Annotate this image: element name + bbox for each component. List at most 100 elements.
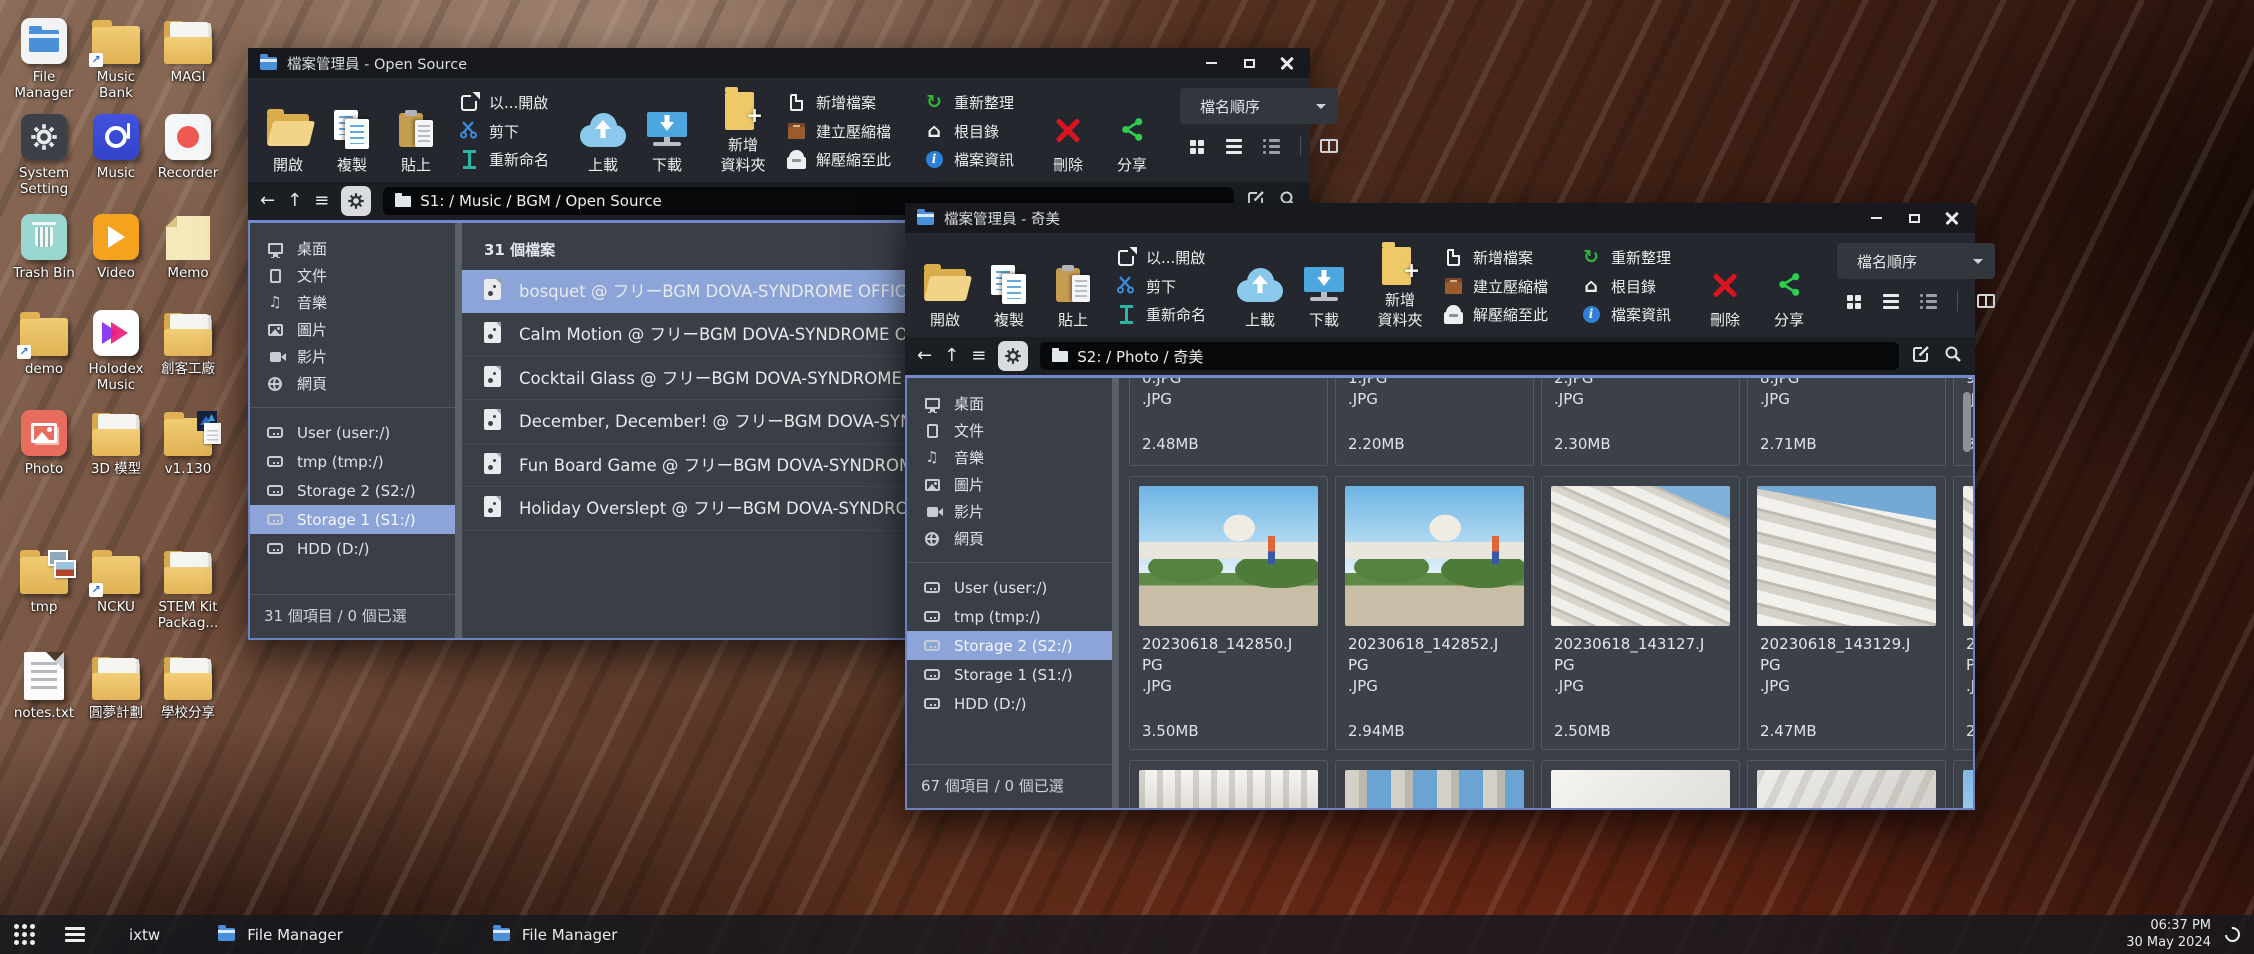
desktop-icon-4[interactable]: Music xyxy=(80,110,152,182)
path-field[interactable]: S2: / Photo / 奇美 xyxy=(1040,342,1899,370)
back-icon[interactable]: ← xyxy=(260,192,275,210)
file-card-clipped[interactable] xyxy=(1953,760,1973,808)
content-scrollbar-thumb[interactable] xyxy=(1963,392,1971,452)
rename-button[interactable]: 重新命名 xyxy=(454,146,553,173)
create-archive-button[interactable]: 建立壓縮檔 xyxy=(781,118,895,145)
menu-icon[interactable]: ≡ xyxy=(971,347,986,365)
sidebar-scrollbar[interactable] xyxy=(455,223,462,638)
dual-pane-button[interactable] xyxy=(1319,137,1339,155)
sidebar-item-documents[interactable]: 文件 xyxy=(907,417,1112,444)
sidebar-drive-storage2[interactable]: Storage 2 (S2:/) xyxy=(907,631,1112,660)
desktop-icon-12[interactable]: Photo xyxy=(8,406,80,478)
desktop-icon-3[interactable]: System Setting xyxy=(8,110,80,198)
desktop-icon-19[interactable]: 圓夢計劃 xyxy=(80,650,152,722)
desktop-icon-8[interactable]: Memo xyxy=(152,210,224,282)
copy-button[interactable]: 複製 xyxy=(981,241,1037,331)
sort-order-dropdown[interactable]: 檔名順序 xyxy=(1180,88,1338,124)
create-archive-button[interactable]: 建立壓縮檔 xyxy=(1438,273,1552,300)
view-list-button[interactable] xyxy=(1881,292,1901,310)
sidebar-scrollbar[interactable] xyxy=(1112,378,1119,808)
file-card-partial[interactable]: 8.JPG.JPG2.71MB xyxy=(1747,378,1946,466)
desktop-icon-18[interactable]: notes.txt xyxy=(8,650,80,722)
file-card-partial[interactable]: 1.JPG.JPG2.20MB xyxy=(1335,378,1534,466)
file-card-clipped[interactable] xyxy=(1335,760,1534,808)
search-icon[interactable] xyxy=(1943,344,1963,368)
view-list-button[interactable] xyxy=(1224,137,1244,155)
desktop-icon-9[interactable]: ↗demo xyxy=(8,306,80,378)
share-button[interactable]: 分享 xyxy=(1761,241,1817,331)
extract-here-button[interactable]: 解壓縮至此 xyxy=(1438,301,1552,328)
sidebar-drive-tmp[interactable]: tmp (tmp:/) xyxy=(907,602,1112,631)
view-detail-button[interactable] xyxy=(1919,292,1939,310)
sidebar-item-web[interactable]: 網頁 xyxy=(907,525,1112,552)
desktop-icon-16[interactable]: ↗NCKU xyxy=(80,544,152,616)
dual-pane-button[interactable] xyxy=(1976,292,1996,310)
extract-here-button[interactable]: 解壓縮至此 xyxy=(781,146,895,173)
copy-button[interactable]: 複製 xyxy=(324,86,380,176)
upload-button[interactable]: 上載 xyxy=(1232,241,1288,331)
file-card[interactable]: 20230618_143127.JPG.JPG2.50MB xyxy=(1541,476,1740,750)
menu-icon[interactable]: ≡ xyxy=(314,192,329,210)
view-grid-button[interactable] xyxy=(1843,292,1863,310)
file-info-button[interactable]: 檔案資訊 xyxy=(919,146,1018,173)
titlebar[interactable]: 檔案管理員 - Open Source xyxy=(248,48,1310,78)
root-dir-button[interactable]: ⌂根目錄 xyxy=(1576,273,1675,300)
delete-button[interactable]: 刪除 xyxy=(1697,241,1753,331)
cut-button[interactable]: 剪下 xyxy=(454,118,553,145)
close-button[interactable] xyxy=(1933,204,1971,232)
sidebar-item-desktop[interactable]: 桌面 xyxy=(907,390,1112,417)
share-button[interactable]: 分享 xyxy=(1104,86,1160,176)
minimize-button[interactable] xyxy=(1857,204,1895,232)
file-info-button[interactable]: 檔案資訊 xyxy=(1576,301,1675,328)
download-button[interactable]: 下載 xyxy=(639,86,695,176)
sidebar-item-pictures[interactable]: 圖片 xyxy=(907,471,1112,498)
desktop-icon-7[interactable]: Video xyxy=(80,210,152,282)
app-launcher-icon[interactable] xyxy=(14,924,35,945)
up-icon[interactable]: ↑ xyxy=(944,347,959,365)
cut-button[interactable]: 剪下 xyxy=(1111,273,1210,300)
file-card-clipped[interactable] xyxy=(1541,760,1740,808)
root-dir-button[interactable]: ⌂根目錄 xyxy=(919,118,1018,145)
user-label[interactable]: ixtw xyxy=(129,926,160,944)
up-icon[interactable]: ↑ xyxy=(287,192,302,210)
rename-button[interactable]: 重新命名 xyxy=(1111,301,1210,328)
taskbar-task-file-manager-1[interactable]: File Manager xyxy=(218,926,343,944)
desktop-icon-13[interactable]: 3D 模型 xyxy=(80,406,152,478)
desktop-icon-14[interactable]: v1.130 xyxy=(152,406,224,478)
desktop-icon-15[interactable]: tmp xyxy=(8,544,80,616)
sidebar-item-desktop[interactable]: 桌面 xyxy=(250,235,455,262)
sidebar-item-videos[interactable]: 影片 xyxy=(907,498,1112,525)
sidebar-drive-storage2[interactable]: Storage 2 (S2:/) xyxy=(250,476,455,505)
open-with-button[interactable]: 以...開啟 xyxy=(454,89,553,116)
new-folder-button[interactable]: 新增資料夾 xyxy=(715,86,771,176)
file-card[interactable]: 20230618_143131.JPG.JPG2.47MB xyxy=(1953,476,1973,750)
sidebar-item-music[interactable]: ♫音樂 xyxy=(250,289,455,316)
sidebar-drive-storage1[interactable]: Storage 1 (S1:/) xyxy=(907,660,1112,689)
refresh-button[interactable]: ↻重新整理 xyxy=(919,89,1018,116)
desktop-icon-20[interactable]: 學校分享 xyxy=(152,650,224,722)
desktop-icon-10[interactable]: Holodex Music xyxy=(80,306,152,394)
maximize-button[interactable] xyxy=(1230,49,1268,77)
view-detail-button[interactable] xyxy=(1262,137,1282,155)
sort-order-dropdown[interactable]: 檔名順序 xyxy=(1837,243,1995,279)
file-card[interactable]: 20230618_142852.JPG.JPG2.94MB xyxy=(1335,476,1534,750)
desktop-icon-6[interactable]: Trash Bin xyxy=(8,210,80,282)
sidebar-drive-user[interactable]: User (user:/) xyxy=(907,573,1112,602)
taskbar-task-file-manager-2[interactable]: File Manager xyxy=(493,926,618,944)
maximize-button[interactable] xyxy=(1895,204,1933,232)
sidebar-item-web[interactable]: 網頁 xyxy=(250,370,455,397)
settings-gear-button[interactable] xyxy=(998,341,1028,371)
desktop-icon-11[interactable]: 創客工廠 xyxy=(152,306,224,378)
new-folder-button[interactable]: 新增資料夾 xyxy=(1372,241,1428,331)
file-card-partial[interactable]: 0.JPG.JPG2.48MB xyxy=(1129,378,1328,466)
titlebar[interactable]: 檔案管理員 - 奇美 xyxy=(905,203,1975,233)
close-button[interactable] xyxy=(1268,49,1306,77)
sidebar-drive-hdd[interactable]: HDD (D:/) xyxy=(907,689,1112,718)
delete-button[interactable]: 刪除 xyxy=(1040,86,1096,176)
refresh-button[interactable]: ↻重新整理 xyxy=(1576,244,1675,271)
minimize-button[interactable] xyxy=(1192,49,1230,77)
new-file-button[interactable]: 新增檔案 xyxy=(1438,244,1552,271)
sidebar-drive-tmp[interactable]: tmp (tmp:/) xyxy=(250,447,455,476)
file-card[interactable]: 20230618_142850.JPG.JPG3.50MB xyxy=(1129,476,1328,750)
file-card-clipped[interactable] xyxy=(1747,760,1946,808)
